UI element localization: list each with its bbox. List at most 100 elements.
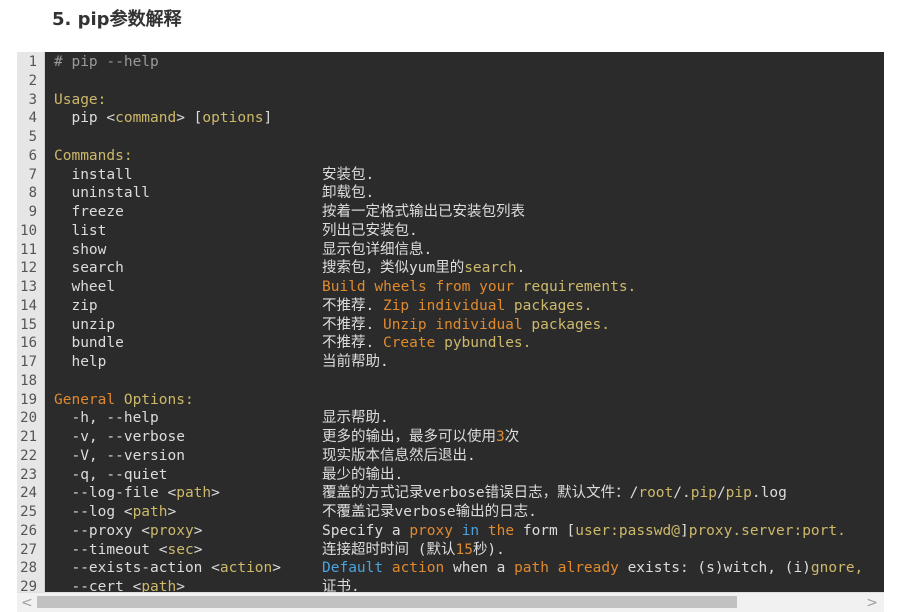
code-token: -v, --verbose (54, 429, 185, 445)
line-number: 14 (20, 297, 37, 314)
line-number: 24 (20, 485, 37, 502)
code-token: > [ (176, 110, 203, 127)
desc-token: 列出已安装包. (322, 222, 418, 239)
code-line: 4 pip <command> [options] (17, 109, 884, 128)
code-token: uninstall (54, 185, 151, 202)
code-token: install (54, 166, 133, 183)
scroll-right-icon[interactable]: > (866, 594, 878, 612)
code-token: ] (263, 110, 273, 127)
desc-token: 15 (455, 541, 473, 558)
code-text: Usage: (54, 91, 106, 110)
code-text: list (54, 222, 106, 241)
code-token: command (115, 110, 177, 127)
code-description: Build wheels from your requirements. (322, 278, 636, 297)
code-text: Commands: (54, 147, 133, 166)
line-number: 27 (20, 541, 37, 558)
code-token: > (193, 522, 203, 539)
line-number: 1 (28, 54, 37, 70)
code-text: bundle (54, 334, 123, 353)
desc-token: 显示帮助. (322, 410, 389, 427)
line-number: 12 (20, 260, 37, 277)
line-number: 26 (20, 522, 37, 539)
desc-token: 不覆盖记录verbose输出的日志. (322, 504, 537, 520)
code-token: -h, --help (54, 410, 159, 427)
code-line: 18 (17, 372, 884, 391)
code-description: 不覆盖记录verbose输出的日志. (322, 503, 537, 522)
code-line: 1 # pip --help (17, 53, 884, 72)
code-token: path (141, 579, 177, 592)
code-line: 14 zip 不推荐. Zip individual packages. (17, 297, 884, 316)
code-token: --proxy < (54, 522, 151, 539)
code-line: 25 --log <path> 不覆盖记录verbose输出的日志. (17, 503, 884, 522)
code-token: sec (167, 541, 194, 558)
desc-token: 次 (504, 429, 520, 445)
line-number: 6 (28, 147, 37, 164)
line-number: 10 (20, 222, 37, 239)
code-text: --proxy <proxy> (54, 522, 202, 541)
code-block[interactable]: 1 # pip --help 2 3 Usage: 4 pip <command> [op… (17, 52, 884, 592)
desc-token (549, 560, 558, 576)
line-number: 3 (28, 91, 37, 108)
code-token: path (176, 485, 212, 502)
code-description: 列出已安装包. (322, 222, 418, 241)
code-text: search (54, 259, 124, 278)
desc-token: 3 (496, 429, 505, 445)
desc-token (479, 523, 488, 539)
desc-token: .log (751, 485, 787, 502)
desc-token: form [ (514, 522, 576, 539)
code-text: --timeout <sec> (54, 541, 202, 560)
line-number: 20 (20, 410, 37, 427)
desc-token (453, 523, 462, 539)
code-text: --cert <path> (54, 578, 185, 592)
code-token: path (132, 504, 168, 520)
desc-token: user:passwd@ (575, 522, 680, 539)
desc-token: exists: (s)witch, (i) (618, 560, 811, 577)
code-line: 11 show 显示包详细信息. (17, 241, 884, 260)
desc-token: packages. (505, 297, 593, 314)
code-line: 23 -q, --quiet 最少的输出. (17, 466, 884, 485)
line-number: 17 (20, 354, 37, 370)
code-line: 12 search 搜索包，类似yum里的search. (17, 259, 884, 278)
line-number: 2 (28, 72, 37, 89)
desc-token: 现实版本信息然后退出. (322, 447, 476, 464)
desc-token: action (391, 560, 445, 577)
desc-token: gnore, (810, 560, 864, 577)
code-token: options (202, 110, 264, 127)
code-line: 16 bundle 不推荐. Create pybundles. (17, 334, 884, 353)
code-text: zip (54, 297, 98, 316)
desc-token: 证书. (322, 579, 360, 592)
code-description: 最少的输出. (322, 466, 403, 485)
desc-token: / (716, 485, 726, 502)
desc-token: 搜索包，类似yum里的 (322, 260, 465, 277)
code-token: zip (54, 297, 98, 314)
code-line: 8 uninstall 卸载包. (17, 184, 884, 203)
code-token: General (54, 391, 116, 408)
horizontal-scrollbar[interactable]: < > (17, 592, 884, 612)
code-token: --log-file < (54, 485, 177, 502)
code-line: 28 --exists-action <action> Default actio… (17, 559, 884, 578)
desc-token: 不推荐. (322, 297, 383, 314)
code-description: 不推荐. Zip individual packages. (322, 297, 593, 316)
line-number: 16 (20, 335, 37, 352)
scroll-left-icon[interactable]: < (21, 594, 33, 612)
code-line: 22 -V, --version 现实版本信息然后退出. (17, 447, 884, 466)
code-token: unzip (54, 316, 116, 333)
code-token: > (193, 541, 203, 558)
line-number: 25 (20, 504, 37, 520)
line-number: 11 (20, 241, 37, 258)
code-description: 不推荐. Create pybundles. (322, 334, 531, 353)
desc-token: proxy.server:port. (688, 522, 846, 539)
desc-token: ] (679, 522, 689, 539)
desc-token: 连接超时时间 (默认 (322, 541, 456, 558)
code-token: > (176, 579, 185, 592)
code-token: --log < (54, 504, 133, 520)
code-line: 13 wheel Build wheels from your requireme… (17, 278, 884, 297)
desc-token: 当前帮助. (322, 354, 389, 370)
scrollbar-thumb[interactable] (37, 596, 737, 608)
desc-token: 按着一定格式输出已安装包列表 (322, 204, 525, 220)
code-description: 当前帮助. (322, 353, 389, 372)
code-token: list (54, 222, 107, 239)
code-text: General Options: (54, 391, 194, 410)
code-token: search (54, 260, 124, 277)
code-line: 9 freeze 按着一定格式输出已安装包列表 (17, 203, 884, 222)
